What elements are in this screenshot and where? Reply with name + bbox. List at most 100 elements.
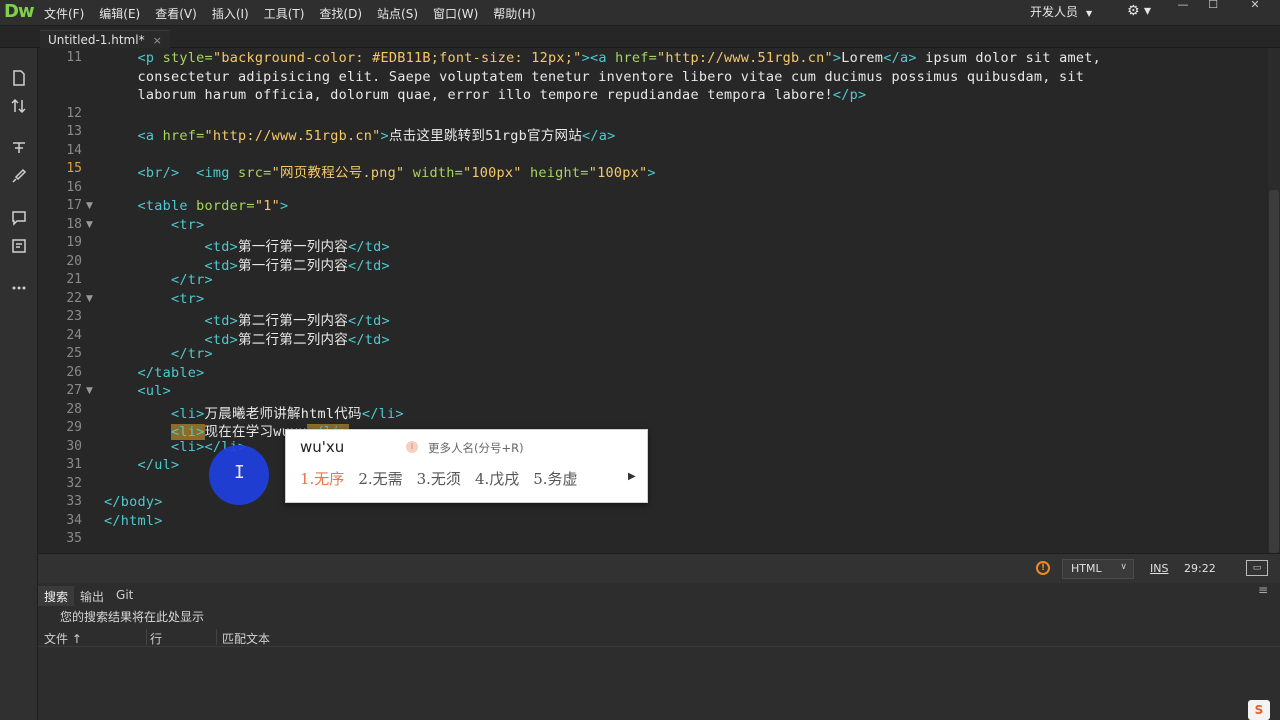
code-token: "http://www.51rgb.cn": [204, 128, 381, 144]
code-token: <p: [104, 50, 163, 66]
menu-window[interactable]: 窗口(W): [433, 5, 478, 22]
left-toolbar: [0, 48, 38, 720]
fold-toggle-icon[interactable]: ▼: [86, 294, 93, 304]
code-token: width=: [404, 165, 463, 181]
brush-icon[interactable]: [9, 168, 29, 188]
language-select[interactable]: HTML ∨: [1062, 559, 1134, 579]
file-icon[interactable]: [9, 70, 29, 90]
insert-mode[interactable]: INS: [1150, 562, 1168, 575]
code-line[interactable]: <li>万晨曦老师讲解html代码</li>: [104, 402, 404, 422]
maximize-button[interactable]: ☐: [1198, 0, 1228, 12]
snippet-icon[interactable]: [9, 238, 29, 258]
sort-icon[interactable]: [9, 98, 29, 118]
main-menu: 文件(F) 编辑(E) 查看(V) 插入(I) 工具(T) 查找(D) 站点(S…: [44, 5, 551, 22]
fold-toggle-icon[interactable]: ▼: [86, 220, 93, 230]
code-line[interactable]: </html>: [104, 513, 163, 529]
panel-menu-icon[interactable]: ≡: [1258, 584, 1270, 596]
menu-view[interactable]: 查看(V): [155, 5, 197, 22]
code-token: "1": [254, 198, 280, 214]
line-number: 11: [66, 50, 82, 65]
code-token: </ul>: [104, 457, 180, 473]
menu-find[interactable]: 查找(D): [319, 5, 362, 22]
code-line[interactable]: consectetur adipisicing elit. Saepe volu…: [104, 69, 1084, 85]
menu-file[interactable]: 文件(F): [44, 5, 84, 22]
warning-icon[interactable]: !: [1036, 561, 1050, 575]
code-token: <tr>: [104, 216, 205, 233]
code-token: src=: [238, 165, 272, 181]
code-line[interactable]: </tr>: [104, 272, 213, 288]
code-line[interactable]: <p style="background-color: #EDB11B;font…: [104, 50, 1101, 66]
minimize-button[interactable]: —: [1168, 0, 1198, 12]
ime-candidate[interactable]: 5.务虚: [533, 468, 577, 489]
line-number: 21: [66, 272, 82, 287]
code-token: </p>: [832, 87, 867, 103]
code-token: height=: [521, 165, 589, 181]
code-line[interactable]: <td>第二行第一列内容</td>: [104, 309, 390, 329]
code-token: href=: [162, 128, 205, 144]
cursor-position: 29:22: [1184, 562, 1216, 575]
line-number: 16: [66, 179, 82, 195]
code-line[interactable]: <td>第一行第二列内容</td>: [104, 254, 390, 274]
sogou-ime-icon[interactable]: S: [1248, 700, 1270, 720]
language-value: HTML: [1071, 562, 1102, 575]
workspace-switcher[interactable]: 开发人员 ▼: [1030, 3, 1092, 20]
code-line[interactable]: <td>第二行第二列内容</td>: [104, 328, 390, 348]
line-number: 25: [66, 346, 82, 361]
code-line[interactable]: <br/> <img src="网页教程公号.png" width="100px…: [104, 161, 656, 181]
line-number: 27: [66, 383, 82, 398]
column-line[interactable]: 行: [150, 630, 162, 647]
line-number: 34: [66, 512, 82, 528]
gear-icon[interactable]: ⚙ ▾: [1127, 3, 1151, 19]
tab-search[interactable]: 搜索: [38, 586, 75, 606]
results-header: 文件 ↑ 行 匹配文本: [38, 627, 1280, 647]
menu-tools[interactable]: 工具(T): [264, 5, 305, 22]
line-number: 30: [66, 438, 82, 454]
code-line[interactable]: </body>: [104, 494, 163, 510]
line-number: 17: [66, 198, 82, 213]
more-icon[interactable]: [9, 280, 29, 300]
ime-candidate[interactable]: 4.戊戌: [475, 468, 519, 489]
document-tab[interactable]: Untitled-1.html* ×: [40, 30, 170, 48]
code-line[interactable]: <a href="http://www.51rgb.cn">点击这里跳转到51r…: [104, 124, 616, 144]
code-line[interactable]: <td>第一行第一列内容</td>: [104, 235, 390, 255]
code-token: Lorem: [841, 50, 884, 66]
code-token: 第一行第二列内容: [238, 257, 349, 274]
fold-toggle-icon[interactable]: ▼: [86, 201, 93, 211]
code-line[interactable]: <tr>: [104, 291, 205, 307]
close-icon[interactable]: ×: [153, 34, 162, 47]
column-match[interactable]: 匹配文本: [222, 630, 270, 647]
code-line[interactable]: <table border="1">: [104, 198, 289, 214]
tree-icon[interactable]: [9, 140, 29, 160]
ime-candidates: 1.无序 2.无需 3.无须 4.戊戌 5.务虚: [300, 468, 592, 489]
column-file[interactable]: 文件 ↑: [44, 630, 82, 647]
code-line[interactable]: </table>: [104, 365, 205, 381]
code-line[interactable]: </tr>: [104, 346, 213, 362]
live-preview-icon[interactable]: ▭: [1246, 560, 1268, 576]
editor-scroll-thumb[interactable]: [1269, 190, 1279, 553]
menu-edit[interactable]: 编辑(E): [99, 5, 140, 22]
code-token: "background-color: #EDB11B;font-size: 12…: [212, 50, 582, 66]
code-line[interactable]: </ul>: [104, 457, 180, 473]
code-line[interactable]: <ul>: [104, 383, 171, 399]
menu-site[interactable]: 站点(S): [377, 5, 418, 22]
code-token: consectetur adipisicing elit. Saepe volu…: [104, 68, 1085, 85]
close-window-button[interactable]: ✕: [1240, 0, 1270, 12]
next-page-icon[interactable]: ▶: [628, 471, 636, 482]
tab-git[interactable]: Git: [110, 586, 139, 606]
comment-icon[interactable]: [9, 210, 29, 230]
ime-candidate[interactable]: 2.无需: [358, 468, 402, 489]
line-number: 32: [66, 475, 82, 491]
ime-candidate[interactable]: 1.无序: [300, 468, 344, 489]
code-line[interactable]: laborum harum officia, dolorum quae, err…: [104, 87, 867, 103]
code-line[interactable]: <tr>: [104, 217, 205, 233]
search-panel: 搜索 输出 Git ≡ 您的搜索结果将在此处显示 文件 ↑ 行 匹配文本: [38, 583, 1280, 720]
tab-output[interactable]: 输出: [74, 586, 110, 606]
menu-help[interactable]: 帮助(H): [493, 5, 535, 22]
line-number: 23: [66, 309, 82, 324]
menu-bar: Dw 文件(F) 编辑(E) 查看(V) 插入(I) 工具(T) 查找(D) 站…: [0, 0, 1280, 26]
workspace-label: 开发人员: [1030, 5, 1079, 19]
menu-insert[interactable]: 插入(I): [212, 5, 249, 22]
fold-toggle-icon[interactable]: ▼: [86, 386, 93, 396]
ime-candidate[interactable]: 3.无须: [417, 468, 461, 489]
chevron-down-icon: ∨: [1120, 562, 1127, 572]
